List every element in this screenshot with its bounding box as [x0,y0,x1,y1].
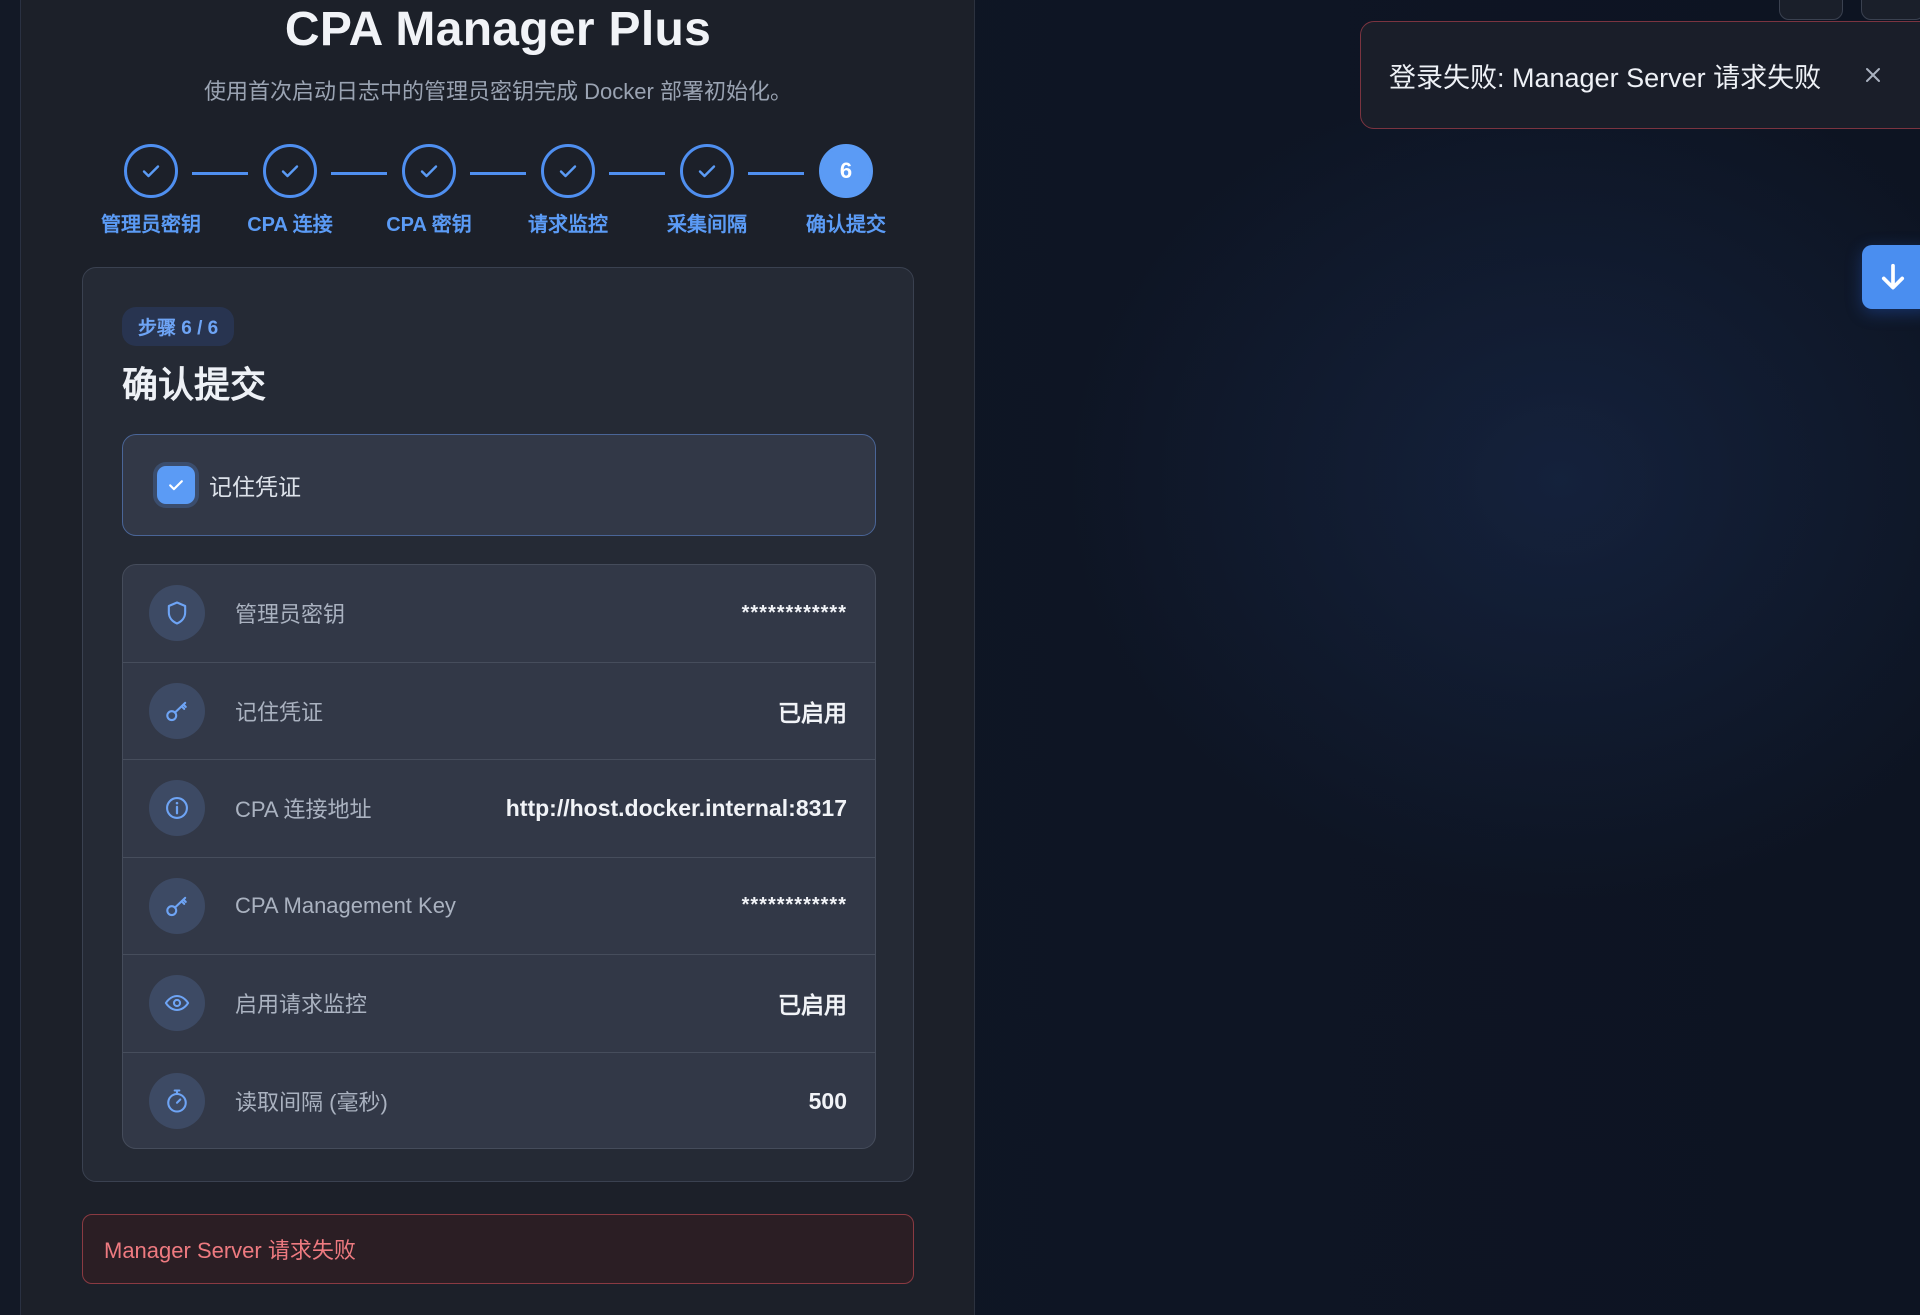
app-title: CPA Manager Plus [284,3,712,56]
step-label: 采集间隔 [667,214,747,236]
confirm-card: 步骤 6 / 6 确认提交 记住凭证 管理员密钥 ************ 记住… [82,267,914,1182]
check-icon [124,144,178,198]
arrow-down-icon [1881,263,1905,290]
summary-row: CPA Management Key ************ [123,858,875,955]
summary-value: 已启用 [778,699,847,726]
app-subtitle: 使用首次启动日志中的管理员密钥完成 Docker 部署初始化。 [204,79,792,104]
check-icon [680,144,734,198]
step-label: CPA 密钥 [386,214,472,236]
top-toolbar-button[interactable] [1779,0,1843,20]
step-cpa-key[interactable]: CPA 密钥 [364,144,494,237]
summary-label: 启用请求监控 [235,992,368,1018]
step-cpa-connection[interactable]: CPA 连接 [225,144,355,237]
summary-value: 已启用 [778,992,847,1019]
summary-row: 启用请求监控 已启用 [123,955,875,1053]
setup-panel: CPA Manager Plus 使用首次启动日志中的管理员密钥完成 Docke… [21,0,975,1315]
step-label: 请求监控 [528,214,608,236]
info-icon [149,780,205,837]
summary-label: CPA 连接地址 [235,797,372,823]
step-label: 确认提交 [806,214,886,236]
remember-checkbox[interactable] [157,466,195,504]
key-icon [149,877,205,934]
step-request-monitor[interactable]: 请求监控 [503,144,633,237]
summary-row: 管理员密钥 ************ [123,565,875,663]
step-interval[interactable]: 采集间隔 [642,144,772,237]
summary-value: ************ [741,601,847,624]
summary-label: 读取间隔 (毫秒) [235,1090,388,1116]
stopwatch-icon [149,1073,205,1130]
summary-value: 500 [808,1087,847,1114]
summary-row: 读取间隔 (毫秒) 500 [123,1053,875,1149]
step-label: CPA 连接 [247,214,333,236]
eye-icon [149,975,205,1032]
step-admin-key[interactable]: 管理员密钥 [86,144,216,237]
card-title: 确认提交 [122,364,267,405]
scroll-down-button[interactable] [1862,245,1920,309]
check-icon [541,144,595,198]
step-label: 管理员密钥 [101,214,201,236]
summary-row: CPA 连接地址 http://host.docker.internal:831… [123,760,875,858]
error-toast: 登录失败: Manager Server 请求失败 [1360,21,1920,129]
summary-list: 管理员密钥 ************ 记住凭证 已启用 CPA 连接地址 htt… [122,564,876,1149]
summary-label: 管理员密钥 [235,602,346,628]
remember-label: 记住凭证 [209,474,301,500]
close-icon[interactable] [1860,62,1886,88]
left-edge-strip [0,0,21,1315]
summary-label: CPA Management Key [235,892,456,918]
step-number: 6 [819,144,873,198]
check-icon [263,144,317,198]
summary-label: 记住凭证 [235,699,324,725]
check-icon [169,480,183,491]
top-toolbar-button[interactable] [1861,0,1920,20]
toast-message: 登录失败: Manager Server 请求失败 [1389,62,1822,93]
summary-value: http://host.docker.internal:8317 [505,794,847,821]
summary-value: ************ [741,894,847,917]
remember-credentials-option[interactable]: 记住凭证 [122,434,876,536]
key-icon [149,682,205,739]
summary-row: 记住凭证 已启用 [123,663,875,760]
shield-icon [149,585,205,642]
step-confirm[interactable]: 6 确认提交 [781,144,911,237]
step-badge: 步骤 6 / 6 [122,307,235,346]
check-icon [402,144,456,198]
error-message: Manager Server 请求失败 [82,1214,914,1284]
